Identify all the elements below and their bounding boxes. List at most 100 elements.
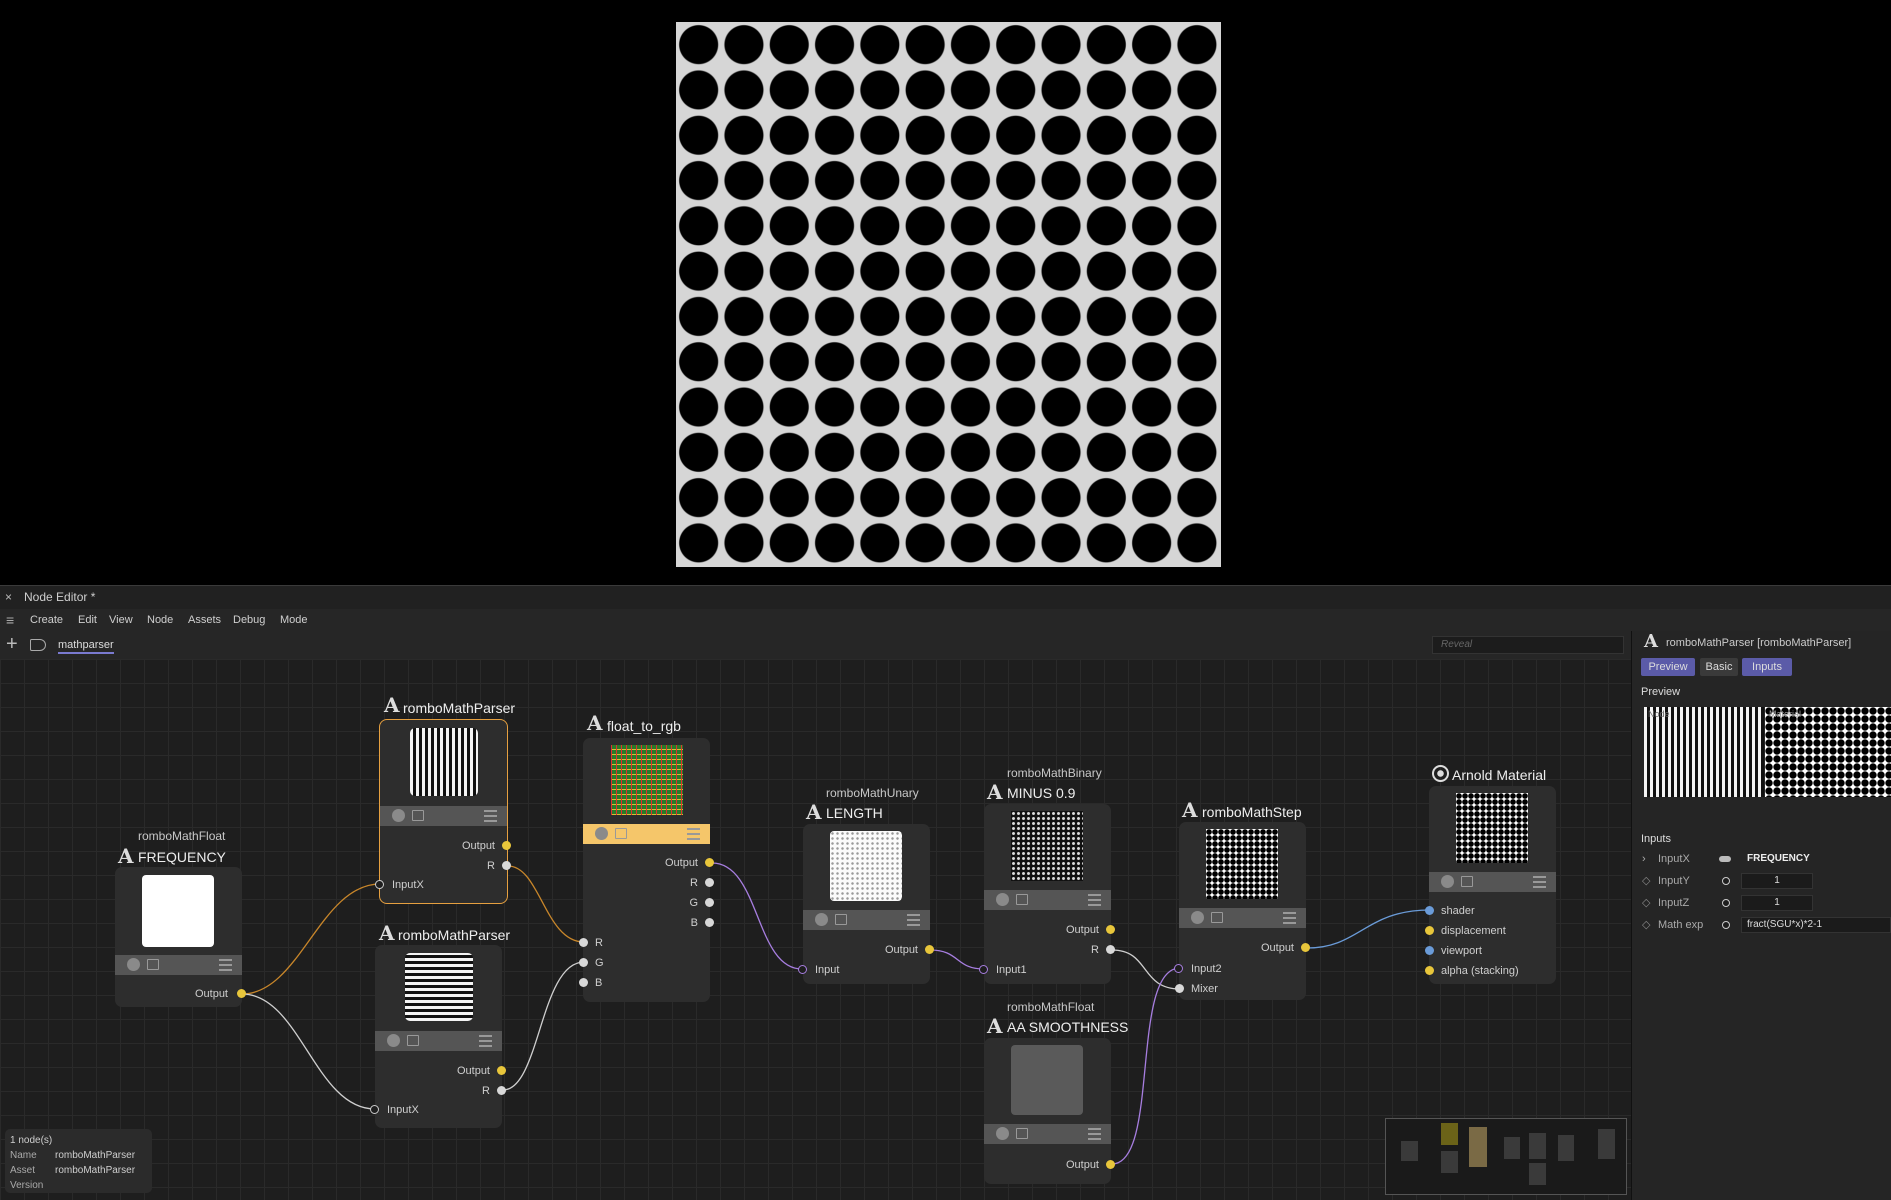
r-port[interactable] [1106,945,1115,954]
b-output-port[interactable] [705,918,714,927]
inputy-field[interactable]: 1 [1741,873,1813,889]
menu-icon[interactable] [1088,1128,1101,1140]
dollar-icon[interactable] [1191,911,1204,924]
node-float-to-rgb[interactable]: Output R G B R G B [579,738,714,1002]
port-output-label: Output [664,857,698,869]
image-icon[interactable] [412,810,424,821]
tab-mathparser[interactable]: mathparser [58,639,114,654]
b-input-port[interactable] [579,978,588,987]
output-port[interactable] [497,1066,506,1075]
image-icon[interactable] [407,1035,419,1046]
minimap[interactable] [1385,1118,1627,1195]
inputx-port[interactable] [370,1105,379,1114]
diamond-icon[interactable]: ◇ [1642,872,1650,890]
menu-icon[interactable] [907,914,920,926]
menu-node[interactable]: Node [147,609,173,631]
menu-icon[interactable] [219,959,232,971]
displacement-port[interactable] [1425,926,1434,935]
input-row-inputx[interactable]: › InputX FREQUENCY [1632,850,1891,868]
dollar-icon[interactable] [815,913,828,926]
reveal-search-input[interactable]: Reveal [1432,636,1624,654]
diamond-icon[interactable]: ◇ [1642,894,1650,912]
inputx-port[interactable] [375,880,384,889]
input2-port[interactable] [1174,964,1183,973]
port-icon[interactable] [1722,921,1730,929]
image-icon[interactable] [615,828,627,839]
tab-inputs[interactable]: Inputs [1742,658,1792,676]
g-input-port[interactable] [579,958,588,967]
menu-view[interactable]: View [109,609,133,631]
r-port[interactable] [502,861,511,870]
port-g-in-label: G [595,957,604,969]
input-row-mathexp[interactable]: ◇ Math exp fract(SGU*x)*2-1 [1632,916,1891,934]
node-rombomathstep[interactable]: Output Input2 Mixer [1174,822,1310,1000]
menu-debug[interactable]: Debug [233,609,265,631]
image-icon[interactable] [1016,1128,1028,1139]
menu-icon[interactable] [479,1035,492,1047]
node-minus[interactable]: Output R Input1 [979,804,1115,984]
dollar-icon[interactable] [392,809,405,822]
close-icon[interactable]: × [5,586,12,609]
input-row-inputz[interactable]: ◇ InputZ 1 [1632,894,1891,912]
node-frequency[interactable]: Output [115,867,246,1007]
dollar-icon[interactable] [1441,875,1454,888]
image-icon[interactable] [147,959,159,970]
dollar-icon[interactable] [387,1034,400,1047]
chevron-right-icon[interactable]: › [1642,850,1646,868]
port-icon[interactable] [1722,877,1730,885]
r-output-port[interactable] [705,878,714,887]
mixer-port[interactable] [1175,984,1184,993]
node-rombomathparser-2[interactable]: Output R InputX [370,945,506,1128]
shader-port[interactable] [1425,906,1434,915]
dollar-icon[interactable] [996,1127,1009,1140]
g-output-port[interactable] [705,898,714,907]
menu-icon[interactable] [687,828,700,840]
image-icon[interactable] [835,914,847,925]
output-port[interactable] [1301,943,1310,952]
tab-basic[interactable]: Basic [1700,658,1738,676]
menu-icon[interactable] [1533,876,1546,888]
node-length[interactable]: Output Input [798,824,934,984]
r-input-port[interactable] [579,938,588,947]
diamond-icon[interactable]: ◇ [1642,916,1650,934]
tab-preview[interactable]: Preview [1641,658,1695,676]
dollar-icon[interactable] [127,958,140,971]
output-port[interactable] [705,858,714,867]
output-port[interactable] [237,989,246,998]
output-port[interactable] [925,945,934,954]
r-port[interactable] [497,1086,506,1095]
arnold-a-icon: A [987,1014,1003,1038]
input1-port[interactable] [979,965,988,974]
node-arnold-material[interactable]: shader displacement viewport alpha (stac… [1425,786,1556,984]
alpha-port[interactable] [1425,966,1434,975]
image-icon[interactable] [1211,912,1223,923]
tag-icon[interactable] [30,639,46,651]
port-icon[interactable] [1722,899,1730,907]
image-icon[interactable] [1461,876,1473,887]
menu-mode[interactable]: Mode [280,609,308,631]
menu-icon[interactable] [1088,894,1101,906]
add-tab-plus-icon[interactable]: + [6,633,18,655]
minimap-node [1504,1137,1520,1159]
output-port[interactable] [1106,1160,1115,1169]
inputz-field[interactable]: 1 [1741,895,1813,911]
menu-edit[interactable]: Edit [78,609,97,631]
node-rombomathparser-1[interactable]: Output R InputX [375,719,511,904]
menu-icon[interactable] [1283,912,1296,924]
output-port[interactable] [502,841,511,850]
render-viewport[interactable] [0,0,1891,585]
menu-create[interactable]: Create [30,609,63,631]
menu-icon[interactable] [484,810,497,822]
hamburger-menu-icon[interactable]: ≡ [6,609,14,631]
input-port[interactable] [798,965,807,974]
input-row-inputy[interactable]: ◇ InputY 1 [1632,872,1891,890]
dollar-icon[interactable] [996,893,1009,906]
math-expression-field[interactable]: fract(SGU*x)*2-1 [1741,917,1891,933]
node-aa-smoothness[interactable]: Output [984,1038,1115,1184]
image-icon[interactable] [1016,894,1028,905]
dollar-icon[interactable] [595,827,608,840]
node-frequency-title: FREQUENCY [138,849,226,865]
viewport-port[interactable] [1425,946,1434,955]
output-port[interactable] [1106,925,1115,934]
menu-assets[interactable]: Assets [188,609,221,631]
